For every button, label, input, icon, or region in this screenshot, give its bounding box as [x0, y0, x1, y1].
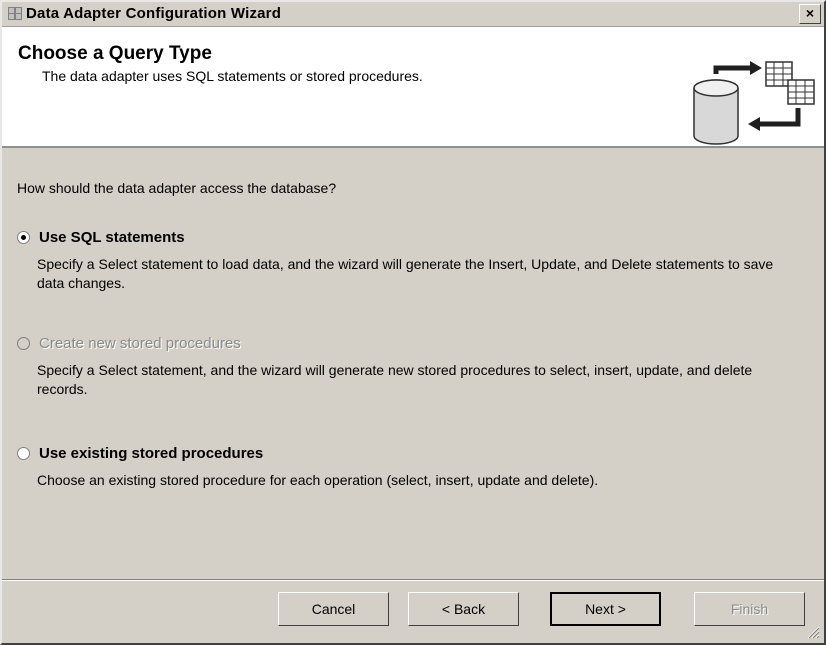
option-label[interactable]: Use existing stored procedures — [39, 445, 263, 462]
close-button[interactable]: × — [799, 4, 821, 24]
close-icon: × — [805, 5, 815, 21]
page-subtitle: The data adapter uses SQL statements or … — [42, 68, 423, 84]
radio-use-existing-stored-procedures[interactable] — [17, 447, 30, 460]
option-description: Specify a Select statement, and the wiza… — [37, 362, 753, 397]
radio-create-stored-procedures — [17, 337, 30, 350]
back-button[interactable]: < Back — [408, 592, 519, 626]
question-text: How should the data adapter access the d… — [17, 180, 337, 196]
next-button[interactable]: Next > — [550, 592, 661, 626]
option-description: Choose an existing stored procedure for … — [37, 472, 599, 488]
title-bar[interactable]: Data Adapter Configuration Wizard × — [2, 2, 824, 27]
option-description: Specify a Select statement to load data,… — [37, 256, 774, 291]
footer-divider — [2, 579, 824, 581]
database-adapter-icon — [693, 61, 815, 145]
page-title: Choose a Query Type — [18, 43, 212, 64]
cancel-button[interactable]: Cancel — [278, 592, 389, 626]
option-label[interactable]: Use SQL statements — [39, 229, 185, 246]
finish-button: Finish — [694, 592, 805, 626]
wizard-window: Data Adapter Configuration Wizard × Choo… — [0, 0, 826, 645]
option-label: Create new stored procedures — [39, 335, 241, 352]
radio-use-sql-statements[interactable] — [17, 231, 30, 244]
window-title: Data Adapter Configuration Wizard — [26, 5, 282, 22]
resize-grip-icon[interactable] — [806, 625, 820, 639]
wizard-app-icon — [8, 7, 22, 20]
